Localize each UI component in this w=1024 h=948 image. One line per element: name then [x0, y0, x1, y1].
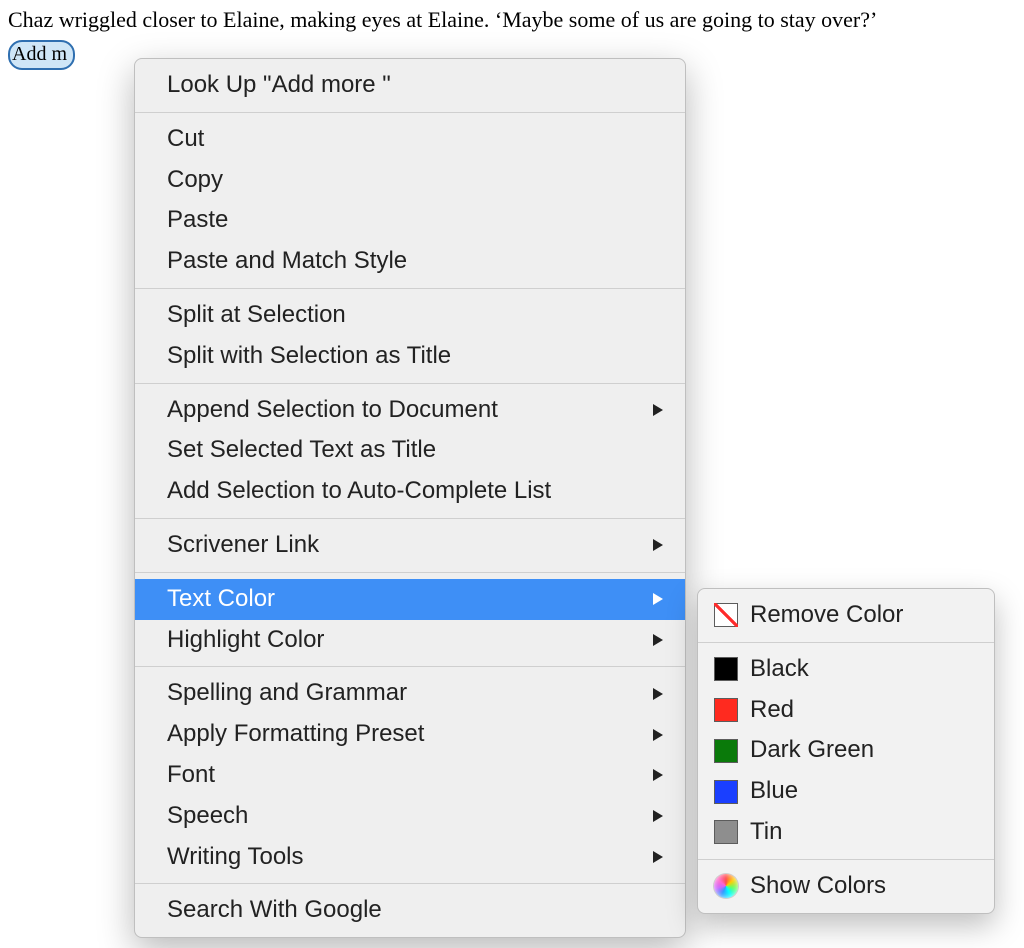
submenu-show-colors[interactable]: Show Colors: [698, 866, 994, 907]
submenu-arrow-icon: [651, 686, 665, 702]
menu-separator: [698, 642, 994, 643]
submenu-arrow-icon: [651, 808, 665, 824]
context-menu: Look Up "Add more " Cut Copy Paste Paste…: [134, 58, 686, 938]
menu-speech[interactable]: Speech: [135, 796, 685, 837]
menu-lookup[interactable]: Look Up "Add more ": [135, 65, 685, 106]
submenu-item-label: Remove Color: [750, 598, 903, 633]
submenu-item-label: Blue: [750, 774, 798, 809]
menu-separator: [135, 112, 685, 113]
submenu-arrow-icon: [651, 591, 665, 607]
menu-highlight-color[interactable]: Highlight Color: [135, 620, 685, 661]
menu-item-label: Apply Formatting Preset: [167, 720, 424, 747]
menu-paste[interactable]: Paste: [135, 200, 685, 241]
menu-item-label: Font: [167, 761, 215, 788]
menu-spelling-and-grammar[interactable]: Spelling and Grammar: [135, 673, 685, 714]
submenu-arrow-icon: [651, 537, 665, 553]
submenu-arrow-icon: [651, 849, 665, 865]
menu-separator: [135, 883, 685, 884]
menu-separator: [135, 518, 685, 519]
menu-item-label: Append Selection to Document: [167, 396, 498, 423]
submenu-arrow-icon: [651, 767, 665, 783]
menu-append-selection-to-document[interactable]: Append Selection to Document: [135, 390, 685, 431]
menu-copy[interactable]: Copy: [135, 160, 685, 201]
color-swatch-icon: [714, 820, 738, 844]
submenu-item-label: Black: [750, 652, 809, 687]
menu-item-label: Scrivener Link: [167, 531, 319, 558]
menu-cut[interactable]: Cut: [135, 119, 685, 160]
submenu-remove-color[interactable]: Remove Color: [698, 595, 994, 636]
submenu-color-red[interactable]: Red: [698, 690, 994, 731]
color-swatch-icon: [714, 780, 738, 804]
menu-separator: [135, 572, 685, 573]
menu-separator: [135, 383, 685, 384]
submenu-item-label: Dark Green: [750, 733, 874, 768]
color-swatch-icon: [714, 739, 738, 763]
submenu-item-label: Tin: [750, 815, 782, 850]
document-text-line[interactable]: Chaz wriggled closer to Elaine, making e…: [8, 6, 1016, 34]
submenu-color-blue[interactable]: Blue: [698, 771, 994, 812]
remove-color-swatch-icon: [714, 603, 738, 627]
submenu-arrow-icon: [651, 402, 665, 418]
submenu-color-tin[interactable]: Tin: [698, 812, 994, 853]
menu-search-with-google[interactable]: Search With Google: [135, 890, 685, 931]
submenu-color-dark-green[interactable]: Dark Green: [698, 730, 994, 771]
submenu-arrow-icon: [651, 632, 665, 648]
menu-split-with-selection-as-title[interactable]: Split with Selection as Title: [135, 336, 685, 377]
menu-add-selection-to-autocomplete-list[interactable]: Add Selection to Auto-Complete List: [135, 471, 685, 512]
submenu-item-label: Show Colors: [750, 869, 886, 904]
menu-apply-formatting-preset[interactable]: Apply Formatting Preset: [135, 714, 685, 755]
menu-paste-match-style[interactable]: Paste and Match Style: [135, 241, 685, 282]
menu-text-color[interactable]: Text Color: [135, 579, 685, 620]
menu-item-label: Writing Tools: [167, 843, 304, 870]
menu-separator: [698, 859, 994, 860]
submenu-arrow-icon: [651, 727, 665, 743]
color-swatch-icon: [714, 657, 738, 681]
menu-item-label: Highlight Color: [167, 626, 324, 653]
menu-item-label: Text Color: [167, 585, 275, 612]
menu-writing-tools[interactable]: Writing Tools: [135, 837, 685, 878]
menu-item-label: Speech: [167, 802, 248, 829]
text-color-submenu: Remove Color Black Red Dark Green Blue T…: [697, 588, 995, 914]
annotation-bubble[interactable]: Add m: [8, 40, 75, 70]
menu-split-at-selection[interactable]: Split at Selection: [135, 295, 685, 336]
color-wheel-icon: [714, 874, 738, 898]
menu-scrivener-link[interactable]: Scrivener Link: [135, 525, 685, 566]
color-swatch-icon: [714, 698, 738, 722]
menu-separator: [135, 288, 685, 289]
submenu-item-label: Red: [750, 693, 794, 728]
menu-font[interactable]: Font: [135, 755, 685, 796]
menu-item-label: Spelling and Grammar: [167, 679, 407, 706]
menu-separator: [135, 666, 685, 667]
submenu-color-black[interactable]: Black: [698, 649, 994, 690]
menu-set-selected-text-as-title[interactable]: Set Selected Text as Title: [135, 430, 685, 471]
